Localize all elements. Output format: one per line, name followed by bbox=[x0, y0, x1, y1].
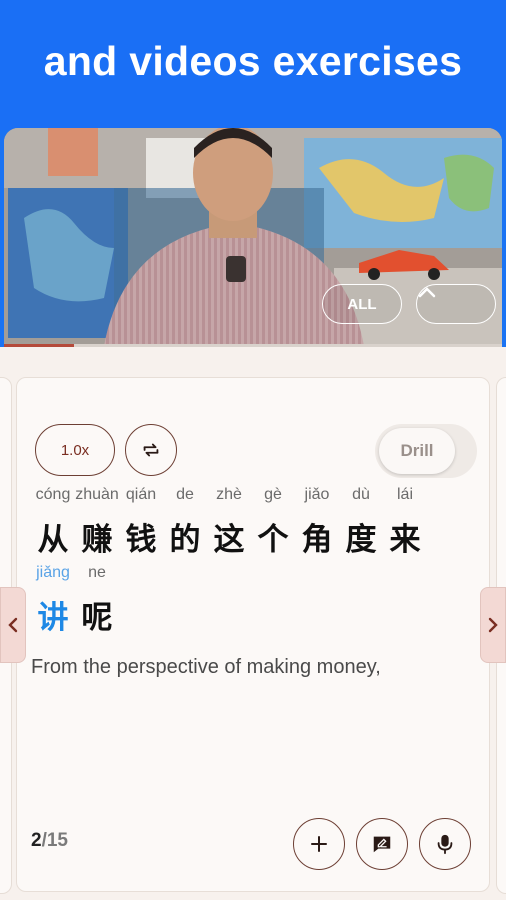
collapse-button[interactable] bbox=[416, 284, 496, 324]
sentence-line-2: jiǎng 讲 ne 呢 bbox=[31, 564, 119, 637]
all-button[interactable]: ALL bbox=[322, 284, 402, 324]
word-token[interactable]: de 的 bbox=[163, 486, 207, 559]
sentence-line-1: cóng 从 zhuàn 赚 qián 钱 de 的 zhè 这 gè 个 jiǎo 角 dù 度 lái 来 bbox=[31, 486, 427, 559]
pinyin-text: jiǎng bbox=[36, 564, 70, 581]
hanzi-text: 从 bbox=[37, 522, 69, 557]
video-player[interactable]: ALL bbox=[4, 128, 502, 346]
pinyin-text: de bbox=[176, 486, 194, 503]
drill-toggle-knob: Drill bbox=[379, 428, 455, 474]
word-token[interactable]: jiǎo 角 bbox=[295, 486, 339, 559]
hanzi-text: 角 bbox=[301, 522, 333, 557]
hanzi-text: 这 bbox=[213, 522, 245, 557]
current-page: 2 bbox=[31, 830, 42, 851]
plus-icon bbox=[311, 836, 327, 852]
repeat-button[interactable] bbox=[125, 424, 177, 476]
add-button[interactable] bbox=[293, 818, 345, 870]
drill-label: Drill bbox=[400, 441, 434, 460]
hanzi-text: 度 bbox=[345, 522, 377, 557]
microphone-icon bbox=[437, 834, 453, 855]
all-label: ALL bbox=[347, 295, 377, 313]
hanzi-text: 的 bbox=[169, 522, 201, 557]
next-sentence-button[interactable] bbox=[480, 587, 506, 663]
hanzi-text: 呢 bbox=[81, 600, 113, 635]
word-token[interactable]: jiǎng 讲 bbox=[31, 564, 75, 637]
hanzi-text: 来 bbox=[389, 522, 421, 557]
hanzi-text: 个 bbox=[257, 522, 289, 557]
hanzi-text: 赚 bbox=[81, 522, 113, 557]
promo-banner: and videos exercises bbox=[0, 0, 506, 130]
lesson-panel: 1.0x Drill cóng 从 zhuàn 赚 qián 钱 de 的 zhè 这 gè 个 jiǎ… bbox=[0, 347, 506, 900]
hanzi-text: 讲 bbox=[37, 600, 69, 635]
chevron-right-icon bbox=[488, 617, 498, 633]
word-token[interactable]: lái 来 bbox=[383, 486, 427, 559]
sentence-card: 1.0x Drill cóng 从 zhuàn 赚 qián 钱 de 的 zhè 这 gè 个 jiǎ… bbox=[16, 377, 490, 892]
word-token[interactable]: ne 呢 bbox=[75, 564, 119, 637]
pinyin-text: jiǎo bbox=[304, 486, 330, 503]
pinyin-text: qián bbox=[125, 486, 157, 503]
comment-button[interactable] bbox=[356, 818, 408, 870]
microphone-button[interactable] bbox=[419, 818, 471, 870]
word-token[interactable]: cóng 从 bbox=[31, 486, 75, 559]
word-token[interactable]: zhè 这 bbox=[207, 486, 251, 559]
repeat-icon bbox=[143, 443, 159, 457]
previous-sentence-button[interactable] bbox=[0, 587, 26, 663]
pinyin-text: lái bbox=[396, 486, 413, 503]
pinyin-text: ne bbox=[88, 564, 106, 581]
banner-title: and videos exercises bbox=[43, 38, 463, 84]
total-pages: /15 bbox=[41, 830, 68, 851]
speed-button[interactable]: 1.0x bbox=[35, 424, 115, 476]
drill-toggle[interactable]: Drill bbox=[375, 424, 477, 478]
comment-icon bbox=[373, 836, 391, 853]
pinyin-text: dù bbox=[352, 486, 370, 503]
translation-text: From the perspective of making money, bbox=[31, 656, 381, 678]
pinyin-text: gè bbox=[264, 486, 282, 503]
chevron-left-icon bbox=[8, 617, 18, 633]
hanzi-text: 钱 bbox=[125, 522, 157, 557]
word-token[interactable]: zhuàn 赚 bbox=[75, 486, 119, 559]
word-token[interactable]: gè 个 bbox=[251, 486, 295, 559]
pinyin-text: zhè bbox=[216, 486, 242, 503]
word-token[interactable]: qián 钱 bbox=[119, 486, 163, 559]
speed-label: 1.0x bbox=[60, 441, 90, 459]
page-counter: 2/15 bbox=[31, 830, 68, 852]
word-token[interactable]: dù 度 bbox=[339, 486, 383, 559]
pinyin-text: cóng bbox=[35, 486, 71, 503]
chevron-up-icon bbox=[418, 287, 436, 298]
pinyin-text: zhuàn bbox=[75, 486, 119, 503]
